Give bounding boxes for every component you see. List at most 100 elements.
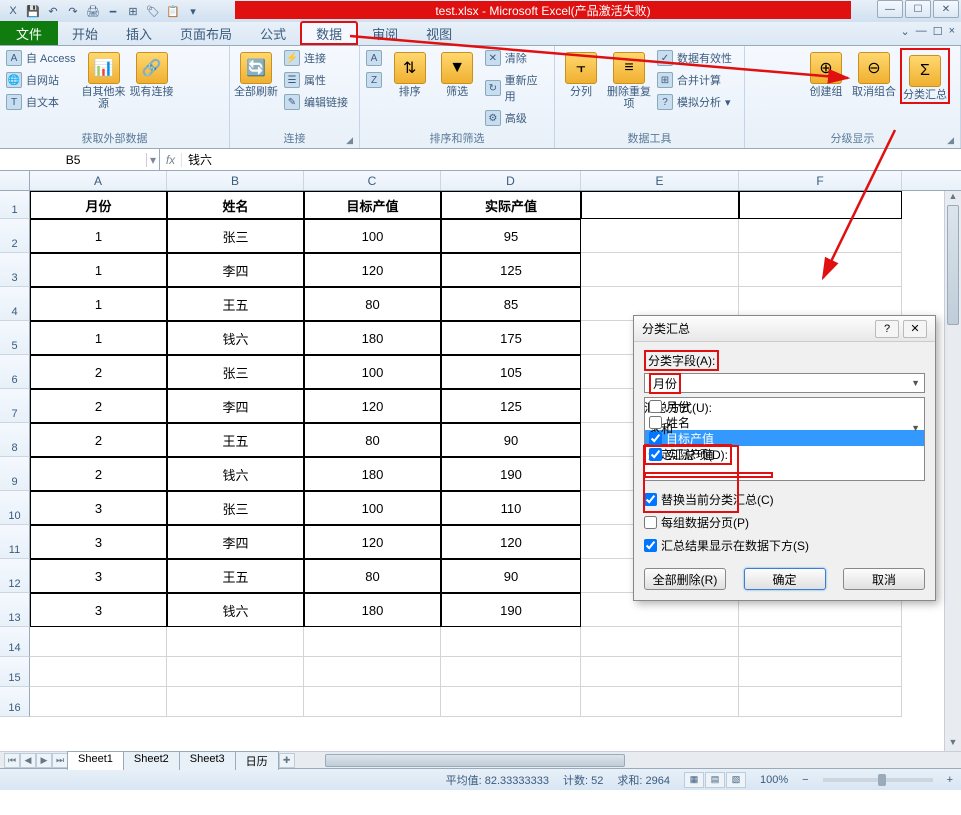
items-checklist-full[interactable]: 月份姓名目标产值实际产值 [644, 397, 925, 481]
dialog-help-button[interactable]: ? [875, 320, 899, 338]
cell[interactable]: 190 [441, 457, 581, 491]
below-chk-input[interactable] [644, 539, 657, 552]
qat-button-0[interactable]: X [4, 2, 22, 20]
data-validation-button[interactable]: ✓数据有效性 [655, 48, 734, 68]
cell[interactable]: 80 [304, 287, 441, 321]
cell[interactable]: 张三 [167, 355, 304, 389]
ribbon-tab-插入[interactable]: 插入 [112, 21, 166, 45]
from-web-button[interactable]: 🌐自网站 [4, 70, 78, 90]
cell[interactable]: 3 [30, 559, 167, 593]
cell[interactable]: 李四 [167, 525, 304, 559]
sort-button[interactable]: ⇅排序 [388, 48, 431, 98]
checklist-item[interactable]: 目标产值 [645, 430, 924, 446]
col-header-F[interactable]: F [739, 171, 902, 190]
formula-input[interactable] [182, 153, 961, 167]
cell[interactable]: 105 [441, 355, 581, 389]
cell[interactable] [739, 657, 902, 687]
cell[interactable]: 姓名 [167, 191, 304, 219]
checklist-checkbox[interactable] [649, 432, 662, 445]
col-header-A[interactable]: A [30, 171, 167, 190]
replace-chk-input[interactable] [644, 493, 657, 506]
ribbon-minimize-icon[interactable]: ⌄ [900, 25, 909, 38]
cell[interactable]: 175 [441, 321, 581, 355]
cell[interactable] [304, 687, 441, 717]
ribbon-tab-页面布局[interactable]: 页面布局 [166, 21, 246, 45]
sheet-tab-Sheet2[interactable]: Sheet2 [123, 751, 180, 770]
page-break-view-icon[interactable]: ▧ [726, 772, 746, 788]
cell[interactable]: 钱六 [167, 457, 304, 491]
cell[interactable]: 180 [304, 593, 441, 627]
existing-connections-button[interactable]: 🔗现有连接 [130, 48, 174, 98]
cell[interactable]: 120 [304, 525, 441, 559]
doc-minimize-icon[interactable]: — [916, 25, 927, 38]
cell[interactable]: 张三 [167, 491, 304, 525]
checklist-checkbox[interactable] [649, 400, 662, 413]
cell[interactable] [739, 627, 902, 657]
cell[interactable]: 王五 [167, 423, 304, 457]
row-header[interactable]: 9 [0, 457, 30, 491]
cell[interactable] [304, 627, 441, 657]
ok-button[interactable]: 确定 [744, 568, 826, 590]
from-text-button[interactable]: T自文本 [4, 92, 78, 112]
horizontal-scrollbar[interactable] [325, 754, 946, 767]
maximize-button[interactable]: ☐ [905, 0, 931, 18]
clear-filter-button[interactable]: ✕清除 [483, 48, 550, 68]
name-box[interactable]: ▾ [0, 149, 160, 170]
page-layout-view-icon[interactable]: ▤ [705, 772, 725, 788]
row-header[interactable]: 14 [0, 627, 30, 657]
cell[interactable] [739, 687, 902, 717]
cell[interactable] [441, 657, 581, 687]
row-header[interactable]: 3 [0, 253, 30, 287]
cell[interactable]: 125 [441, 389, 581, 423]
checklist-item[interactable]: 实际产值 [645, 446, 924, 462]
row-header[interactable]: 6 [0, 355, 30, 389]
sheet-tab-Sheet3[interactable]: Sheet3 [179, 751, 236, 770]
select-all-corner[interactable] [0, 171, 30, 190]
sort-az-button[interactable]: A [364, 48, 384, 68]
zoom-out-icon[interactable]: − [802, 774, 808, 786]
cell[interactable]: 80 [304, 423, 441, 457]
cell[interactable]: 95 [441, 219, 581, 253]
dialog-titlebar[interactable]: 分类汇总 ? ✕ [634, 316, 935, 342]
name-box-dropdown-icon[interactable]: ▾ [146, 153, 159, 167]
cell[interactable]: 1 [30, 321, 167, 355]
cell[interactable]: 1 [30, 253, 167, 287]
sort-za-button[interactable]: Z [364, 70, 384, 90]
cell[interactable]: 李四 [167, 389, 304, 423]
cell[interactable]: 1 [30, 287, 167, 321]
cell[interactable] [739, 191, 902, 219]
advanced-filter-button[interactable]: ⚙高级 [483, 108, 550, 128]
reapply-button[interactable]: ↻重新应用 [483, 70, 550, 106]
qat-button-4[interactable]: 🖨 [84, 2, 102, 20]
cell[interactable] [30, 687, 167, 717]
cell[interactable]: 1 [30, 219, 167, 253]
cell[interactable] [581, 219, 739, 253]
cell[interactable] [739, 219, 902, 253]
connections-button[interactable]: ⚡连接 [282, 48, 350, 68]
row-header[interactable]: 4 [0, 287, 30, 321]
cell[interactable] [30, 657, 167, 687]
vscroll-thumb[interactable] [947, 205, 959, 325]
cell[interactable] [581, 687, 739, 717]
close-button[interactable]: ✕ [933, 0, 959, 18]
cell[interactable] [581, 191, 739, 219]
qat-button-7[interactable]: 🏷 [144, 2, 162, 20]
refresh-all-button[interactable]: 🔄全部刷新 [234, 48, 278, 98]
cell[interactable] [739, 253, 902, 287]
cell[interactable]: 目标产值 [304, 191, 441, 219]
cell[interactable]: 3 [30, 593, 167, 627]
page-chk-input[interactable] [644, 516, 657, 529]
cell[interactable] [167, 627, 304, 657]
zoom-in-icon[interactable]: + [947, 774, 953, 786]
cell[interactable]: 90 [441, 423, 581, 457]
sheet-nav-last[interactable]: ⏭ [52, 753, 68, 768]
cell[interactable]: 120 [304, 389, 441, 423]
cell[interactable]: 3 [30, 525, 167, 559]
cell[interactable]: 2 [30, 389, 167, 423]
dialog-launcher-icon[interactable]: ◢ [346, 135, 353, 146]
name-box-input[interactable] [0, 153, 146, 167]
fx-button[interactable]: fx [160, 153, 182, 167]
dialog-close-button[interactable]: ✕ [903, 320, 927, 338]
doc-close-icon[interactable]: × [949, 25, 955, 38]
cell[interactable] [441, 627, 581, 657]
